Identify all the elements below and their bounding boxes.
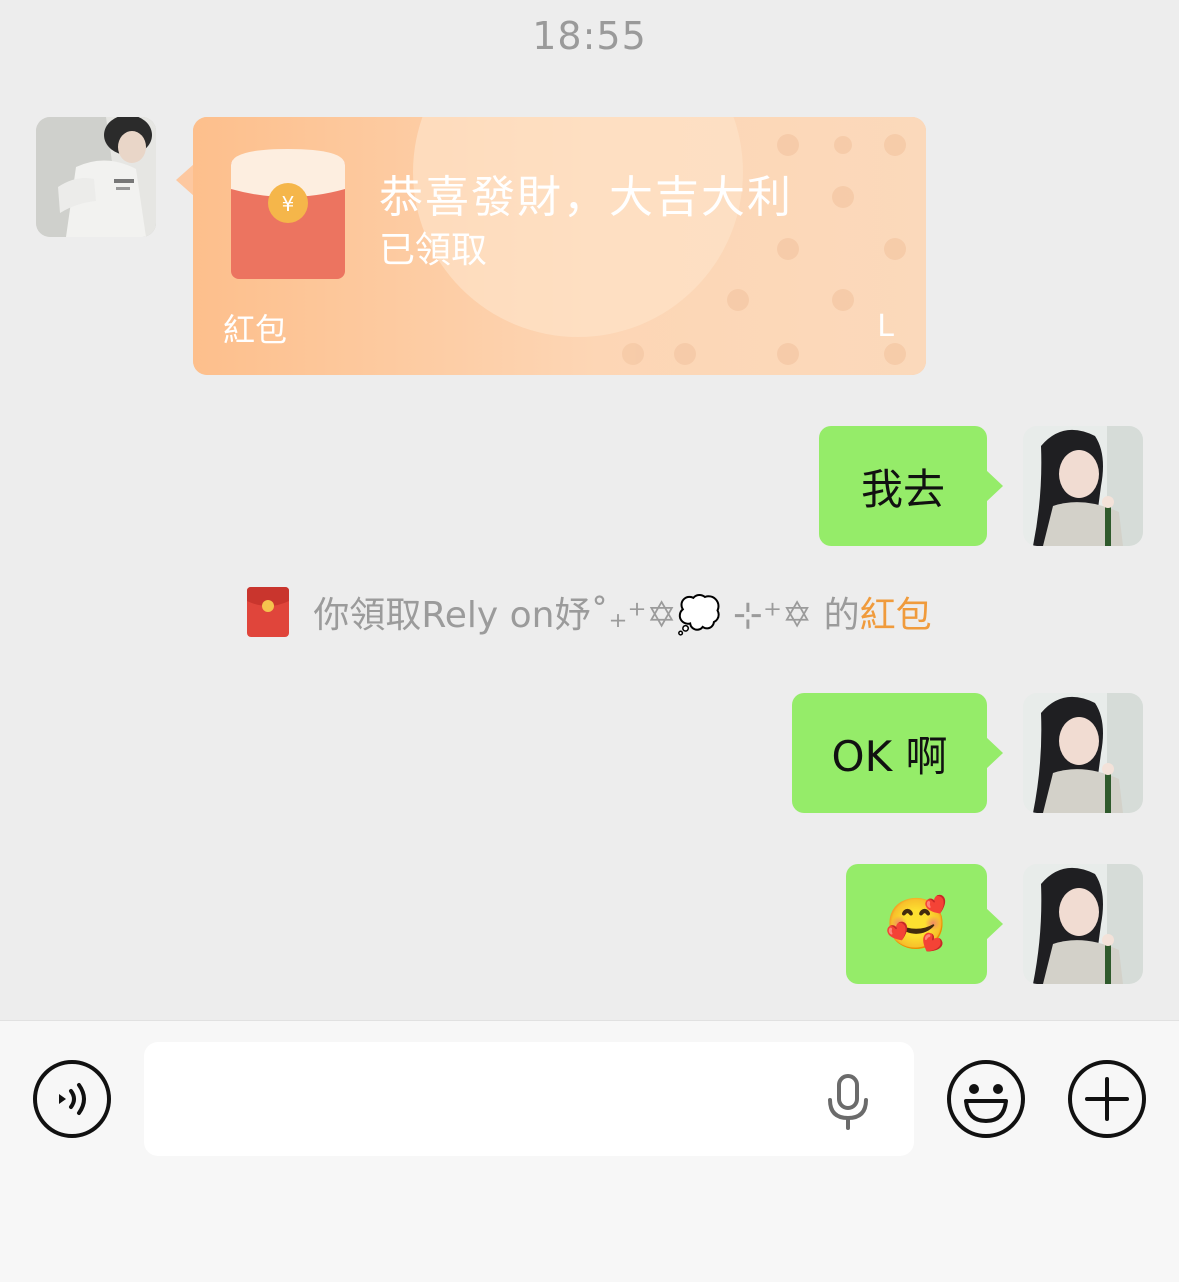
emoji-icon[interactable] <box>946 1059 1026 1139</box>
message-emoji: 🥰 <box>885 894 948 953</box>
red-envelope-icon <box>247 587 290 637</box>
avatar-self[interactable] <box>1023 693 1143 813</box>
message-input[interactable] <box>144 1042 914 1156</box>
red-packet-link[interactable]: 紅包 <box>860 586 932 638</box>
microphone-icon[interactable] <box>826 1074 870 1130</box>
message-bubble[interactable]: OK 啊 <box>792 693 1003 813</box>
svg-text:¥: ¥ <box>282 192 295 216</box>
timestamp: 18:55 <box>532 14 647 58</box>
message-bubble[interactable]: 我去 <box>819 426 1003 546</box>
input-toolbar <box>0 1020 1179 1282</box>
chat-area: 18:55 ¥ 恭喜發財，大吉大利 已領取 紅包 L 我去 你領取Rely on… <box>0 0 1179 1020</box>
red-envelope-icon: ¥ <box>231 149 345 279</box>
system-notice: 你領取Rely on妤˚₊⁺✡💭 ⊹⁺✡ 的 紅包 <box>0 586 1179 638</box>
message-text: OK 啊 <box>831 731 948 781</box>
packet-title: 恭喜發財，大吉大利 <box>379 172 793 223</box>
avatar-self[interactable] <box>1023 864 1143 984</box>
red-packet-card[interactable]: ¥ 恭喜發財，大吉大利 已領取 紅包 L <box>193 117 926 375</box>
packet-status: 已領取 <box>379 230 488 271</box>
avatar-contact[interactable] <box>36 117 156 237</box>
packet-label: 紅包 <box>223 311 288 349</box>
message-bubble[interactable]: 🥰 <box>846 864 1003 984</box>
voice-toggle-icon[interactable] <box>32 1059 112 1139</box>
packet-tail <box>176 164 194 196</box>
message-text: 我去 <box>860 464 945 514</box>
packet-corner-mark: L <box>877 309 894 344</box>
avatar-self[interactable] <box>1023 426 1143 546</box>
plus-icon[interactable] <box>1067 1059 1147 1139</box>
system-notice-text: 你領取Rely on妤˚₊⁺✡💭 ⊹⁺✡ 的 <box>313 595 860 636</box>
